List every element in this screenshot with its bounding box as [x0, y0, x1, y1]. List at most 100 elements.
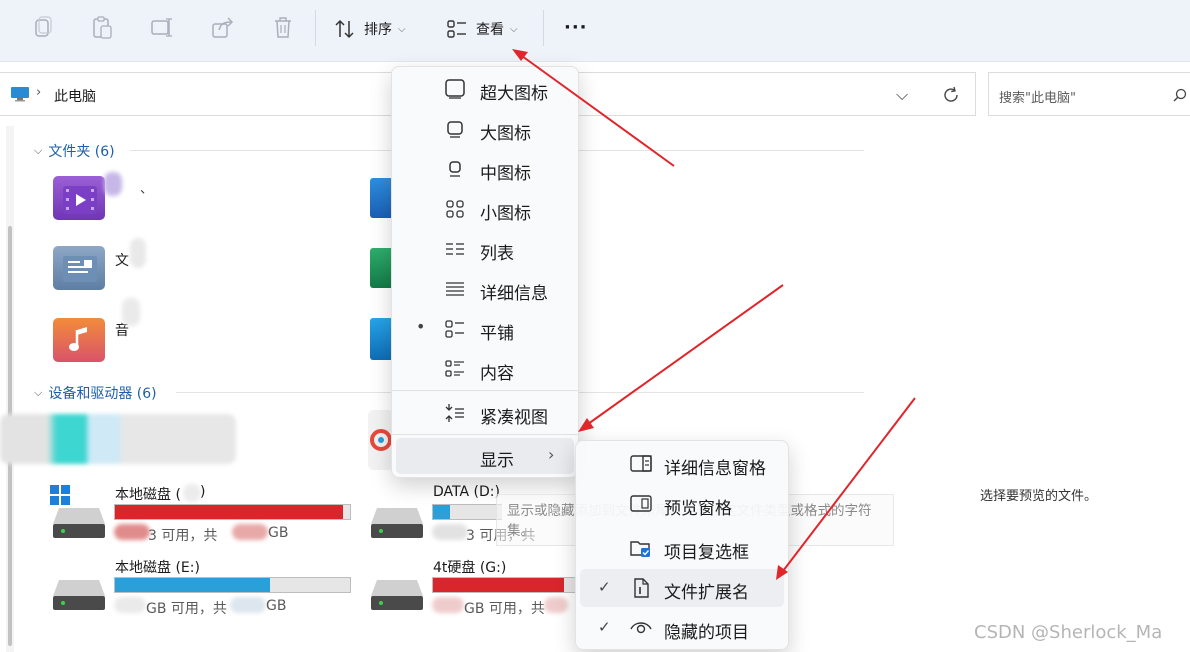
- copy-icon[interactable]: [30, 14, 56, 42]
- menu-item-tiles[interactable]: • 平铺: [396, 311, 574, 347]
- drive-usage-fill: [115, 505, 343, 519]
- menu-item-small-icons[interactable]: 小图标: [396, 191, 574, 227]
- hard-drive-icon[interactable]: [371, 572, 423, 612]
- small-icons-icon: [446, 200, 464, 218]
- drive-unit: GB: [268, 525, 289, 541]
- section-header-drives[interactable]: ⌵ 设备和驱动器 (6): [34, 383, 157, 403]
- rename-icon[interactable]: [150, 14, 176, 42]
- refresh-icon[interactable]: [942, 86, 960, 104]
- folder-label[interactable]: 、: [140, 178, 153, 197]
- delete-icon[interactable]: [270, 14, 296, 42]
- menu-item-preview-pane[interactable]: 预览窗格: [580, 485, 784, 523]
- section-title: 设备和驱动器 (6): [48, 386, 157, 402]
- menu-item-content[interactable]: 内容: [396, 351, 574, 387]
- menu-item-compact-view[interactable]: 紧凑视图: [396, 395, 574, 431]
- desktop-folder-icon[interactable]: [370, 318, 392, 360]
- menu-item-item-checkboxes[interactable]: 项目复选框: [580, 529, 784, 567]
- music-folder-icon[interactable]: [53, 318, 105, 362]
- drive-name[interactable]: 4t硬盘 (G:): [433, 557, 506, 577]
- hard-drive-icon[interactable]: [53, 500, 105, 540]
- menu-item-label: 超大图标: [480, 84, 548, 104]
- drive-name[interactable]: DATA (D:): [433, 484, 500, 500]
- details-view-icon: [446, 282, 464, 296]
- search-input[interactable]: 搜索"此电脑": [999, 87, 1076, 106]
- drive-name[interactable]: 本地磁盘 (: [115, 484, 181, 504]
- section-title: 文件夹 (6): [48, 144, 115, 160]
- search-icon: [1173, 88, 1187, 102]
- checkmark-icon: ✓: [598, 578, 611, 596]
- preview-pane-message: 选择要预览的文件。: [980, 489, 1098, 504]
- view-label: 查看: [476, 22, 504, 38]
- toolbar-divider: [315, 10, 316, 46]
- menu-item-label: 详细信息窗格: [664, 459, 766, 479]
- search-box[interactable]: 搜索"此电脑": [988, 72, 1190, 116]
- file-extension-icon: [634, 578, 649, 598]
- menu-item-label: 文件扩展名: [664, 583, 749, 603]
- drive-name[interactable]: 本地磁盘 (E:): [115, 557, 200, 577]
- menu-item-label: 大图标: [480, 124, 531, 144]
- hard-drive-icon[interactable]: [53, 572, 105, 612]
- section-header-folders[interactable]: ⌵ 文件夹 (6): [34, 141, 115, 161]
- sort-button[interactable]: 排序 ⌵: [334, 16, 406, 42]
- blurred-region: [114, 597, 146, 613]
- menu-item-label: 中图标: [480, 164, 531, 184]
- chevron-down-icon: ⌵: [510, 23, 518, 35]
- breadcrumb-location[interactable]: 此电脑: [54, 86, 96, 106]
- preview-pane-icon: [630, 495, 652, 512]
- chevron-down-icon: ⌵: [34, 386, 43, 399]
- menu-item-details[interactable]: 详细信息: [396, 271, 574, 307]
- toolbar-divider: [543, 10, 544, 46]
- drive-unit: GB: [266, 598, 287, 614]
- blurred-region: [104, 172, 122, 196]
- drive-usage-bar: [432, 504, 502, 520]
- menu-item-label: 详细信息: [480, 284, 548, 304]
- view-menu: 超大图标 大图标 中图标 小图标 列表 详细信息 • 平铺 内容 紧凑视图 显示…: [391, 66, 579, 478]
- drive-usage-bar: [114, 504, 351, 520]
- chevron-down-icon[interactable]: ⌵: [896, 85, 908, 105]
- drive-usage-bar: [432, 577, 578, 593]
- drive-free-text: GB 可用，共: [464, 601, 545, 617]
- blurred-region: [232, 524, 268, 540]
- menu-item-extra-large-icons[interactable]: 超大图标: [396, 71, 574, 107]
- menu-item-hidden-items[interactable]: ✓ 隐藏的项目: [580, 609, 784, 647]
- breadcrumb-chevron-icon[interactable]: ›: [36, 85, 41, 100]
- downloads-folder-icon[interactable]: [370, 248, 392, 288]
- details-pane-icon: [630, 455, 652, 472]
- menu-item-label: 项目复选框: [664, 543, 749, 563]
- sort-label: 排序: [364, 22, 392, 38]
- videos-folder-icon[interactable]: [53, 176, 105, 220]
- menu-item-show[interactable]: 显示 ›: [396, 438, 574, 474]
- folder-label[interactable]: 文: [115, 250, 129, 270]
- tiles-view-icon: [445, 320, 464, 338]
- menu-divider: [392, 434, 578, 435]
- more-options-button[interactable]: ···: [564, 14, 588, 40]
- drive-usage-fill: [433, 578, 564, 592]
- blurred-region: [130, 238, 146, 268]
- show-submenu: 详细信息窗格 预览窗格 项目复选框 ✓ 文件扩展名 ✓ 隐藏的项目: [575, 440, 789, 650]
- hard-drive-icon[interactable]: [371, 500, 423, 540]
- menu-divider: [392, 390, 578, 391]
- drive-usage-fill: [433, 505, 451, 519]
- menu-item-details-pane[interactable]: 详细信息窗格: [580, 445, 784, 483]
- checkbox-folder-icon: [630, 541, 650, 557]
- menu-item-large-icons[interactable]: 大图标: [396, 111, 574, 147]
- scrollbar[interactable]: [6, 126, 14, 652]
- computer-icon: [11, 87, 29, 102]
- checkmark-icon: ✓: [598, 618, 611, 636]
- drive-free-text: 3 可用，共: [148, 528, 218, 544]
- watermark: CSDN @Sherlock_Ma: [974, 622, 1163, 643]
- menu-item-file-extensions[interactable]: ✓ 文件扩展名: [580, 569, 784, 607]
- paste-icon[interactable]: [90, 14, 116, 42]
- eye-icon: [630, 622, 652, 634]
- documents-folder-icon[interactable]: [53, 246, 105, 290]
- menu-item-label: 显示: [480, 451, 514, 471]
- menu-item-label: 隐藏的项目: [664, 623, 749, 643]
- blurred-region: [432, 597, 464, 613]
- share-icon[interactable]: [210, 14, 236, 42]
- blurred-device-tile: [0, 414, 236, 464]
- tiles-view-icon: [447, 20, 466, 38]
- view-button[interactable]: 查看 ⌵: [446, 16, 518, 42]
- menu-item-medium-icons[interactable]: 中图标: [396, 151, 574, 187]
- pictures-folder-icon[interactable]: [370, 178, 392, 218]
- menu-item-list[interactable]: 列表: [396, 231, 574, 267]
